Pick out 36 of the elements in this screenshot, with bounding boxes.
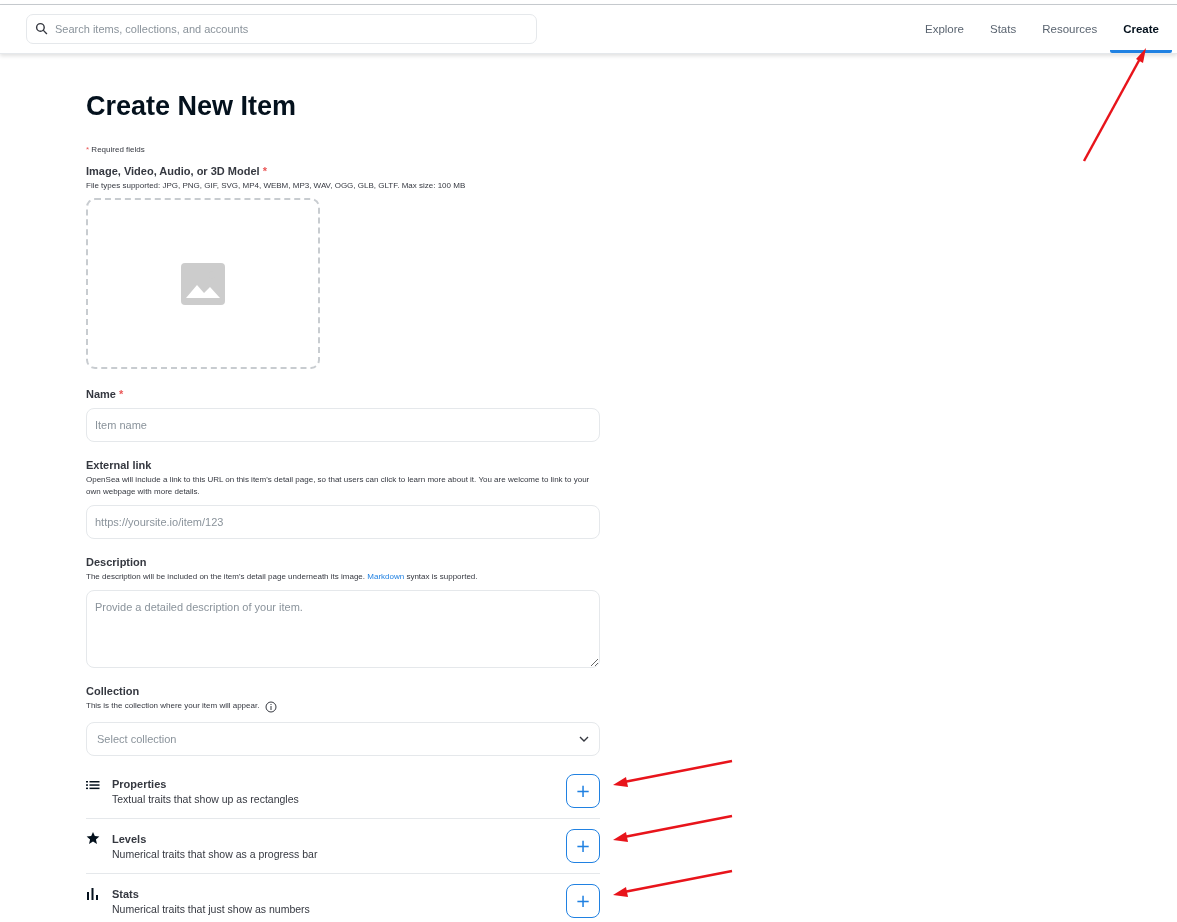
nav-tab[interactable]: Resources (1029, 5, 1111, 53)
trait-title: Levels (112, 832, 148, 845)
description-field[interactable]: Provide a detailed description of your item. (86, 590, 600, 668)
nav-tab[interactable]: Stats (977, 5, 1030, 53)
add-button[interactable]: + (566, 829, 600, 863)
field-label: External link (86, 458, 153, 472)
list-icon (86, 780, 100, 790)
trait-description: Numerical traits that just show as numbers (112, 902, 311, 915)
field-hint: File types supported: JPG, PNG, GIF, SVG, MP4, WEBM, MP3, WAV, OGG, GLB, GLTF. Max size: 100 MB (86, 180, 467, 192)
field-label: Collection (86, 684, 141, 698)
trait-description: Textual traits that show up as rectangles (112, 792, 300, 805)
page-title: Create New Item (86, 90, 298, 122)
add-button[interactable]: + (566, 884, 600, 918)
field-label: Name * (86, 387, 125, 401)
info-icon[interactable] (265, 701, 278, 713)
text-field[interactable]: Item name (86, 408, 600, 442)
add-button[interactable]: + (566, 774, 600, 808)
markdown-link[interactable]: Markdown (367, 572, 405, 581)
field-label: Image, Video, Audio, or 3D Model * (86, 164, 268, 178)
star-icon (86, 831, 100, 845)
search-field[interactable]: Search items, collections, and accounts (26, 14, 537, 44)
bar-chart-icon (86, 888, 100, 900)
field-hint: The description will be included on the item's detail page underneath its image. Markdown syntax is supported. (86, 571, 479, 583)
field-hint: OpenSea will include a link to this URL on this item's detail page, so that users can click to learn more about it. You are welcome to link to your own webpage with more details. (86, 474, 591, 498)
required-note: * Required fields (86, 144, 146, 156)
field-label: Description (86, 555, 148, 569)
image-icon (181, 262, 225, 305)
chevron-down-icon (579, 736, 589, 742)
nav-tab[interactable]: Explore (912, 5, 977, 53)
text-field[interactable]: https://yoursite.io/item/123 (86, 505, 600, 539)
field-hint: This is the collection where your item will appear. (86, 700, 260, 712)
trait-description: Numerical traits that show as a progress bar (112, 847, 319, 860)
trait-title: Properties (112, 777, 168, 790)
trait-title: Stats (112, 887, 140, 900)
search-icon (35, 22, 48, 35)
collection-select[interactable]: Select collection (86, 722, 600, 756)
